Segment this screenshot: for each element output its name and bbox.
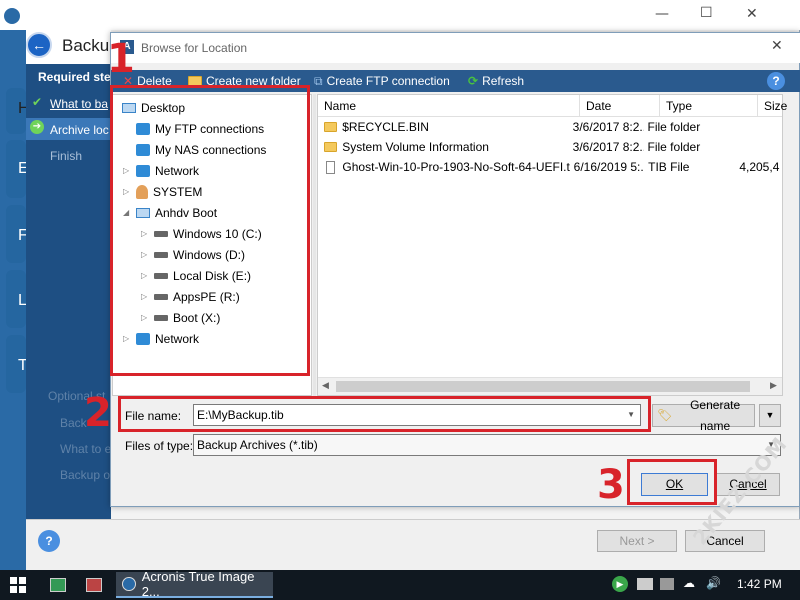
annotation-box-3 <box>627 459 717 505</box>
app-corner <box>0 0 26 30</box>
col-type[interactable]: Type <box>660 95 758 116</box>
pinned-app-icon-2[interactable] <box>86 578 102 592</box>
col-size[interactable]: Size <box>758 95 787 116</box>
col-name[interactable]: Name <box>318 95 580 116</box>
file-date: 3/6/2017 8:2... <box>572 120 644 134</box>
folder-icon <box>324 142 338 152</box>
file-icon <box>326 160 336 174</box>
generate-name-dropdown[interactable]: ▼ <box>759 404 781 427</box>
tile-2[interactable]: E <box>6 140 29 198</box>
file-date: 6/16/2019 5:... <box>573 160 645 174</box>
annotation-box-1 <box>110 85 310 376</box>
maximize-button[interactable]: ☐ <box>700 5 713 21</box>
wizard-title-bar <box>26 0 800 30</box>
taskbar-app-label: Acronis True Image 2... <box>141 569 255 599</box>
file-name: Ghost-Win-10-Pro-1903-No-Soft-64-UEFI.ti… <box>342 160 570 174</box>
optional-step-2[interactable]: What to e <box>60 442 111 456</box>
ftp-icon: ⧉ <box>314 74 323 88</box>
next-button[interactable]: Next > <box>597 530 677 552</box>
file-type: File folder <box>647 140 701 154</box>
acronis-logo-icon <box>4 8 20 24</box>
back-arrow-icon[interactable]: ← <box>26 32 52 58</box>
tray-play-icon[interactable]: ▶ <box>612 576 628 592</box>
refresh-label: Refresh <box>482 74 525 88</box>
step-archive-location[interactable]: Archive loc <box>50 123 109 137</box>
wizard-footer <box>26 519 800 570</box>
step-what-to-back-up[interactable]: What to ba <box>50 97 108 111</box>
file-list: Name Date Type Size $RECYCLE.BIN 3/6/2017… <box>317 94 787 396</box>
files-of-type-value: Backup Archives (*.tib) <box>197 438 318 452</box>
dialog-title: Browse for Location <box>141 41 248 55</box>
help-icon[interactable]: ? <box>38 530 60 552</box>
create-ftp-label: Create FTP connection <box>326 74 450 88</box>
step-finish[interactable]: Finish <box>50 149 82 163</box>
generate-name-label: Generate name <box>690 397 741 433</box>
toolbar-help-icon[interactable]: ? <box>767 72 785 90</box>
file-date: 3/6/2017 8:2... <box>572 140 644 154</box>
optional-step-1[interactable]: Back <box>60 416 87 430</box>
files-of-type-select[interactable]: Backup Archives (*.tib) ▼ <box>193 434 781 456</box>
required-steps-heading: Required ste <box>38 70 111 84</box>
annotation-number-2: 2 <box>84 390 112 436</box>
scrollbar-thumb[interactable] <box>336 381 750 392</box>
col-date[interactable]: Date <box>580 95 660 116</box>
splitter[interactable] <box>313 94 316 396</box>
tray-volume-icon[interactable]: 🔊 <box>706 576 721 590</box>
checkmark-icon: ✔ <box>32 95 43 109</box>
file-row[interactable]: System Volume Information 3/6/2017 8:2...… <box>318 137 782 157</box>
optional-step-3[interactable]: Backup o <box>60 468 110 482</box>
tag-icon: 🏷 <box>657 408 673 422</box>
file-type: TIB File <box>648 160 690 174</box>
file-row[interactable]: Ghost-Win-10-Pro-1903-No-Soft-64-UEFI.ti… <box>318 157 782 177</box>
create-ftp-button[interactable]: ⧉ Create FTP connection <box>314 70 450 92</box>
arrow-right-icon: ➔ <box>30 120 44 134</box>
file-size: 4,205,4 <box>739 160 780 174</box>
tile-1[interactable]: H <box>6 88 30 134</box>
close-button[interactable]: ✕ <box>746 6 758 22</box>
tile-5[interactable]: T <box>6 335 28 393</box>
generate-name-button[interactable]: 🏷 Generate name <box>652 398 755 433</box>
file-row[interactable]: $RECYCLE.BIN 3/6/2017 8:2... File folder <box>318 117 782 137</box>
folder-icon <box>324 122 338 132</box>
minimize-button[interactable]: — <box>655 6 669 22</box>
refresh-button[interactable]: ⟳ Refresh <box>468 70 524 92</box>
file-name: System Volume Information <box>342 140 489 154</box>
tile-4[interactable]: L <box>6 270 27 328</box>
tray-app-icon[interactable] <box>637 578 653 590</box>
annotation-box-2 <box>118 396 651 432</box>
annotation-number-3: 3 <box>597 462 625 508</box>
start-windows-icon[interactable] <box>10 577 26 593</box>
dialog-close-button[interactable]: ✕ <box>771 38 783 54</box>
pinned-app-icon-1[interactable] <box>50 578 66 592</box>
refresh-icon: ⟳ <box>468 74 479 88</box>
annotation-number-1: 1 <box>107 36 135 82</box>
tray-app-icon-2[interactable] <box>660 578 674 590</box>
scroll-left-icon[interactable]: ◀ <box>322 380 329 391</box>
taskbar-acronis-button[interactable]: Acronis True Image 2... <box>116 569 273 599</box>
file-name: $RECYCLE.BIN <box>342 120 429 134</box>
taskbar-clock[interactable]: 1:42 PM <box>737 577 782 591</box>
horizontal-scrollbar[interactable]: ◀ ▶ <box>318 377 782 395</box>
file-list-header: Name Date Type Size <box>318 95 787 117</box>
acronis-taskbar-icon <box>122 577 136 591</box>
tile-3[interactable]: F <box>6 205 28 263</box>
files-of-type-label: Files of type: <box>125 439 194 453</box>
tray-network-icon[interactable]: ☁ <box>683 576 695 590</box>
scroll-right-icon[interactable]: ▶ <box>770 380 777 391</box>
file-type: File folder <box>647 120 701 134</box>
